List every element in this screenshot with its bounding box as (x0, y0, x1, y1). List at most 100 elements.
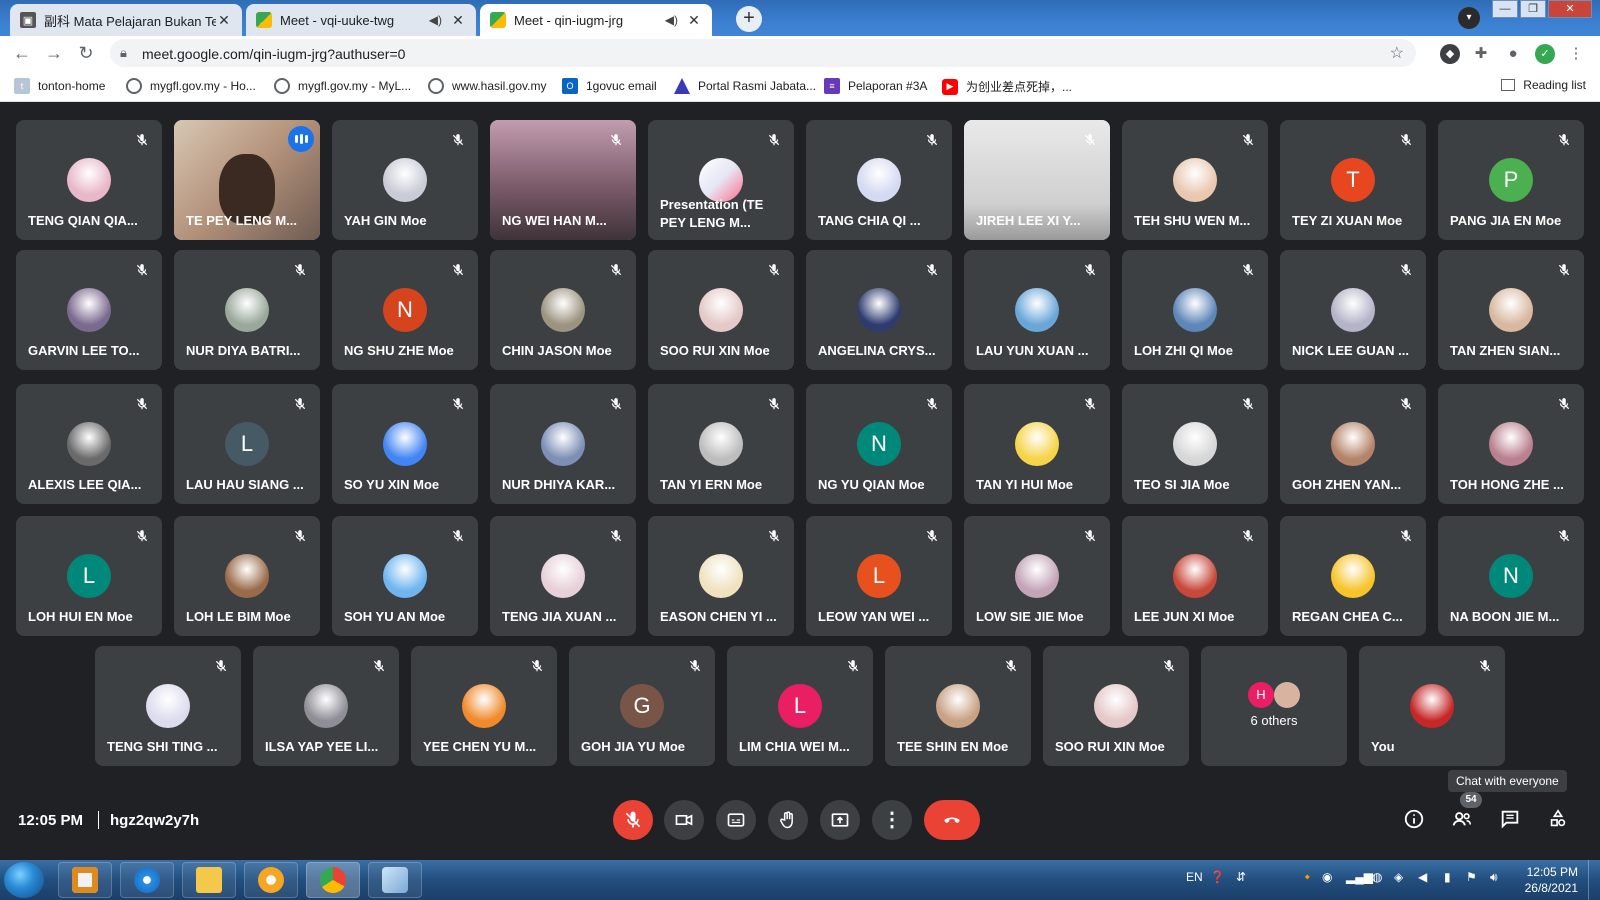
participant-tile[interactable]: NUR DIYA BATRI... (174, 250, 320, 370)
reload-icon[interactable]: ↻ (74, 42, 98, 66)
leave-call-button[interactable] (924, 800, 980, 840)
activities-icon[interactable] (1546, 808, 1570, 832)
bookmark-item[interactable]: ▶ 为创业差点死掉，... (942, 78, 1072, 95)
participant-tile[interactable]: TEO SI JIA Moe (1122, 384, 1268, 504)
participant-tile[interactable]: YAH GIN Moe (332, 120, 478, 240)
participant-tile[interactable]: ILSA YAP YEE LI... (253, 646, 399, 766)
reading-list[interactable]: Reading list (1501, 78, 1586, 92)
menu-icon[interactable]: ⋮ (1566, 44, 1586, 64)
speaker-icon[interactable]: 🔊︎ (1490, 870, 1498, 885)
participant-tile[interactable]: SOO RUI XIN Moe (648, 250, 794, 370)
tray-app-icon[interactable]: ▮ (1444, 870, 1451, 884)
help-icon[interactable]: ❓ (1210, 870, 1225, 884)
show-desktop-button[interactable] (1588, 860, 1600, 900)
participant-tile[interactable]: You (1359, 646, 1505, 766)
sync-check-icon[interactable]: ✓ (1535, 44, 1555, 64)
bookmark-item[interactable]: t tonton-home (14, 78, 105, 94)
participant-tile[interactable]: GOH ZHEN YAN... (1280, 384, 1426, 504)
start-button[interactable] (4, 862, 44, 898)
back-icon[interactable]: ← (10, 42, 34, 66)
captions-button[interactable] (716, 800, 756, 840)
tray-app-icon[interactable]: 🔸 (1300, 870, 1315, 884)
participant-tile[interactable]: H 6 others (1201, 646, 1347, 766)
participant-tile[interactable]: TANG CHIA QI ... (806, 120, 952, 240)
participant-tile[interactable]: TEE SHIN EN Moe (885, 646, 1031, 766)
participant-tile[interactable]: TEH SHU WEN M... (1122, 120, 1268, 240)
volume-icon[interactable]: ◀ (1418, 870, 1427, 884)
input-method-icon[interactable]: ⇵ (1236, 870, 1246, 884)
participant-tile[interactable]: CHIN JASON Moe (490, 250, 636, 370)
participant-tile[interactable]: NUR DHIYA KAR... (490, 384, 636, 504)
bookmark-item[interactable]: mygfl.gov.my - Ho... (126, 78, 256, 94)
bookmark-item[interactable]: O 1govuc email (562, 78, 657, 94)
close-tab-icon[interactable]: ✕ (216, 12, 232, 29)
bookmark-item[interactable]: Portal Rasmi Jabata... (674, 78, 816, 94)
speaker-icon[interactable]: ◀) (665, 13, 678, 27)
new-tab-button[interactable]: + (736, 6, 762, 32)
browser-tab[interactable]: Meet - vqi-uuke-twg ◀) ✕ (246, 4, 476, 36)
browser-tab-active[interactable]: Meet - qin-iugm-jrg ◀) ✕ (480, 4, 712, 36)
participant-tile[interactable]: TAN YI ERN Moe (648, 384, 794, 504)
participant-tile[interactable]: TE PEY LENG M... (174, 120, 320, 240)
browser-tab[interactable]: ▣ 副科 Mata Pelajaran Bukan Teras ✕ (10, 4, 242, 36)
tab-search-icon[interactable]: ▾ (1458, 7, 1480, 29)
participant-tile[interactable]: L LEOW YAN WEI ... (806, 516, 952, 636)
participant-tile[interactable]: SO YU XIN Moe (332, 384, 478, 504)
participant-tile[interactable]: L LOH HUI EN Moe (16, 516, 162, 636)
camera-button[interactable] (664, 800, 704, 840)
participant-tile[interactable]: SOH YU AN Moe (332, 516, 478, 636)
participant-tile[interactable]: T TEY ZI XUAN Moe (1280, 120, 1426, 240)
extension-shield-icon[interactable]: ◆ (1440, 44, 1460, 64)
taskbar-explorer[interactable] (182, 862, 236, 898)
participant-tile[interactable]: L LAU HAU SIANG ... (174, 384, 320, 504)
taskbar-ie[interactable] (120, 862, 174, 898)
participant-tile[interactable]: REGAN CHEA C... (1280, 516, 1426, 636)
bookmark-star-icon[interactable]: ☆ (1390, 43, 1404, 63)
participant-tile[interactable]: TENG JIA XUAN ... (490, 516, 636, 636)
minimize-button[interactable]: — (1492, 0, 1518, 18)
tray-app-icon[interactable]: ◉ (1322, 870, 1332, 884)
chat-icon[interactable] (1498, 808, 1522, 832)
lock-icon[interactable]: 🔒︎ (120, 45, 127, 61)
participant-tile[interactable]: LOW SIE JIE Moe (964, 516, 1110, 636)
participant-tile[interactable]: LEE JUN XI Moe (1122, 516, 1268, 636)
participant-tile[interactable]: JIREH LEE XI Y... (964, 120, 1110, 240)
participant-tile[interactable]: N NA BOON JIE M... (1438, 516, 1584, 636)
participant-tile[interactable]: YEE CHEN YU M... (411, 646, 557, 766)
participant-tile[interactable]: G GOH JIA YU Moe (569, 646, 715, 766)
participant-tile[interactable]: L LIM CHIA WEI M... (727, 646, 873, 766)
maximize-button[interactable]: ❐ (1520, 0, 1546, 18)
participant-tile[interactable]: EASON CHEN YI ... (648, 516, 794, 636)
system-clock[interactable]: 12:05 PM 26/8/2021 (1525, 864, 1578, 896)
participant-tile[interactable]: TAN ZHEN SIAN... (1438, 250, 1584, 370)
participant-tile[interactable]: ANGELINA CRYS... (806, 250, 952, 370)
url-text[interactable]: meet.google.com/qin-iugm-jrg?authuser=0 (142, 46, 405, 62)
close-tab-icon[interactable]: ✕ (686, 12, 702, 29)
close-tab-icon[interactable]: ✕ (450, 12, 466, 29)
participant-tile[interactable]: P PANG JIA EN Moe (1438, 120, 1584, 240)
taskbar-chrome[interactable] (306, 862, 360, 898)
taskbar-paint[interactable] (368, 862, 422, 898)
tray-chrome-icon[interactable]: ◍ (1372, 870, 1382, 884)
taskbar-app[interactable] (244, 862, 298, 898)
more-options-button[interactable]: ⋮ (872, 800, 912, 840)
language-indicator[interactable]: EN (1186, 870, 1203, 884)
meeting-details-icon[interactable] (1402, 808, 1426, 832)
participant-tile[interactable]: LOH ZHI QI Moe (1122, 250, 1268, 370)
participant-tile[interactable]: TOH HONG ZHE ... (1438, 384, 1584, 504)
address-bar[interactable]: 🔒︎ meet.google.com/qin-iugm-jrg?authuser… (110, 39, 1416, 67)
network-signal-icon[interactable]: ▂▄▆ (1346, 870, 1373, 884)
bookmark-item[interactable]: ≡ Pelaporan #3A (824, 78, 927, 94)
participant-tile[interactable]: TENG QIAN QIA... (16, 120, 162, 240)
participant-tile[interactable]: NICK LEE GUAN ... (1280, 250, 1426, 370)
extensions-puzzle-icon[interactable]: ✚ (1471, 44, 1491, 64)
people-icon[interactable] (1450, 808, 1474, 832)
participant-tile[interactable]: Presentation (TE PEY LENG M... (648, 120, 794, 240)
participant-tile[interactable]: NG WEI HAN M... (490, 120, 636, 240)
participant-tile[interactable]: GARVIN LEE TO... (16, 250, 162, 370)
bookmark-item[interactable]: www.hasil.gov.my (428, 78, 546, 94)
bookmark-item[interactable]: mygfl.gov.my - MyL... (274, 78, 411, 94)
participant-tile[interactable]: N NG SHU ZHE Moe (332, 250, 478, 370)
participant-tile[interactable]: TENG SHI TING ... (95, 646, 241, 766)
present-button[interactable] (820, 800, 860, 840)
